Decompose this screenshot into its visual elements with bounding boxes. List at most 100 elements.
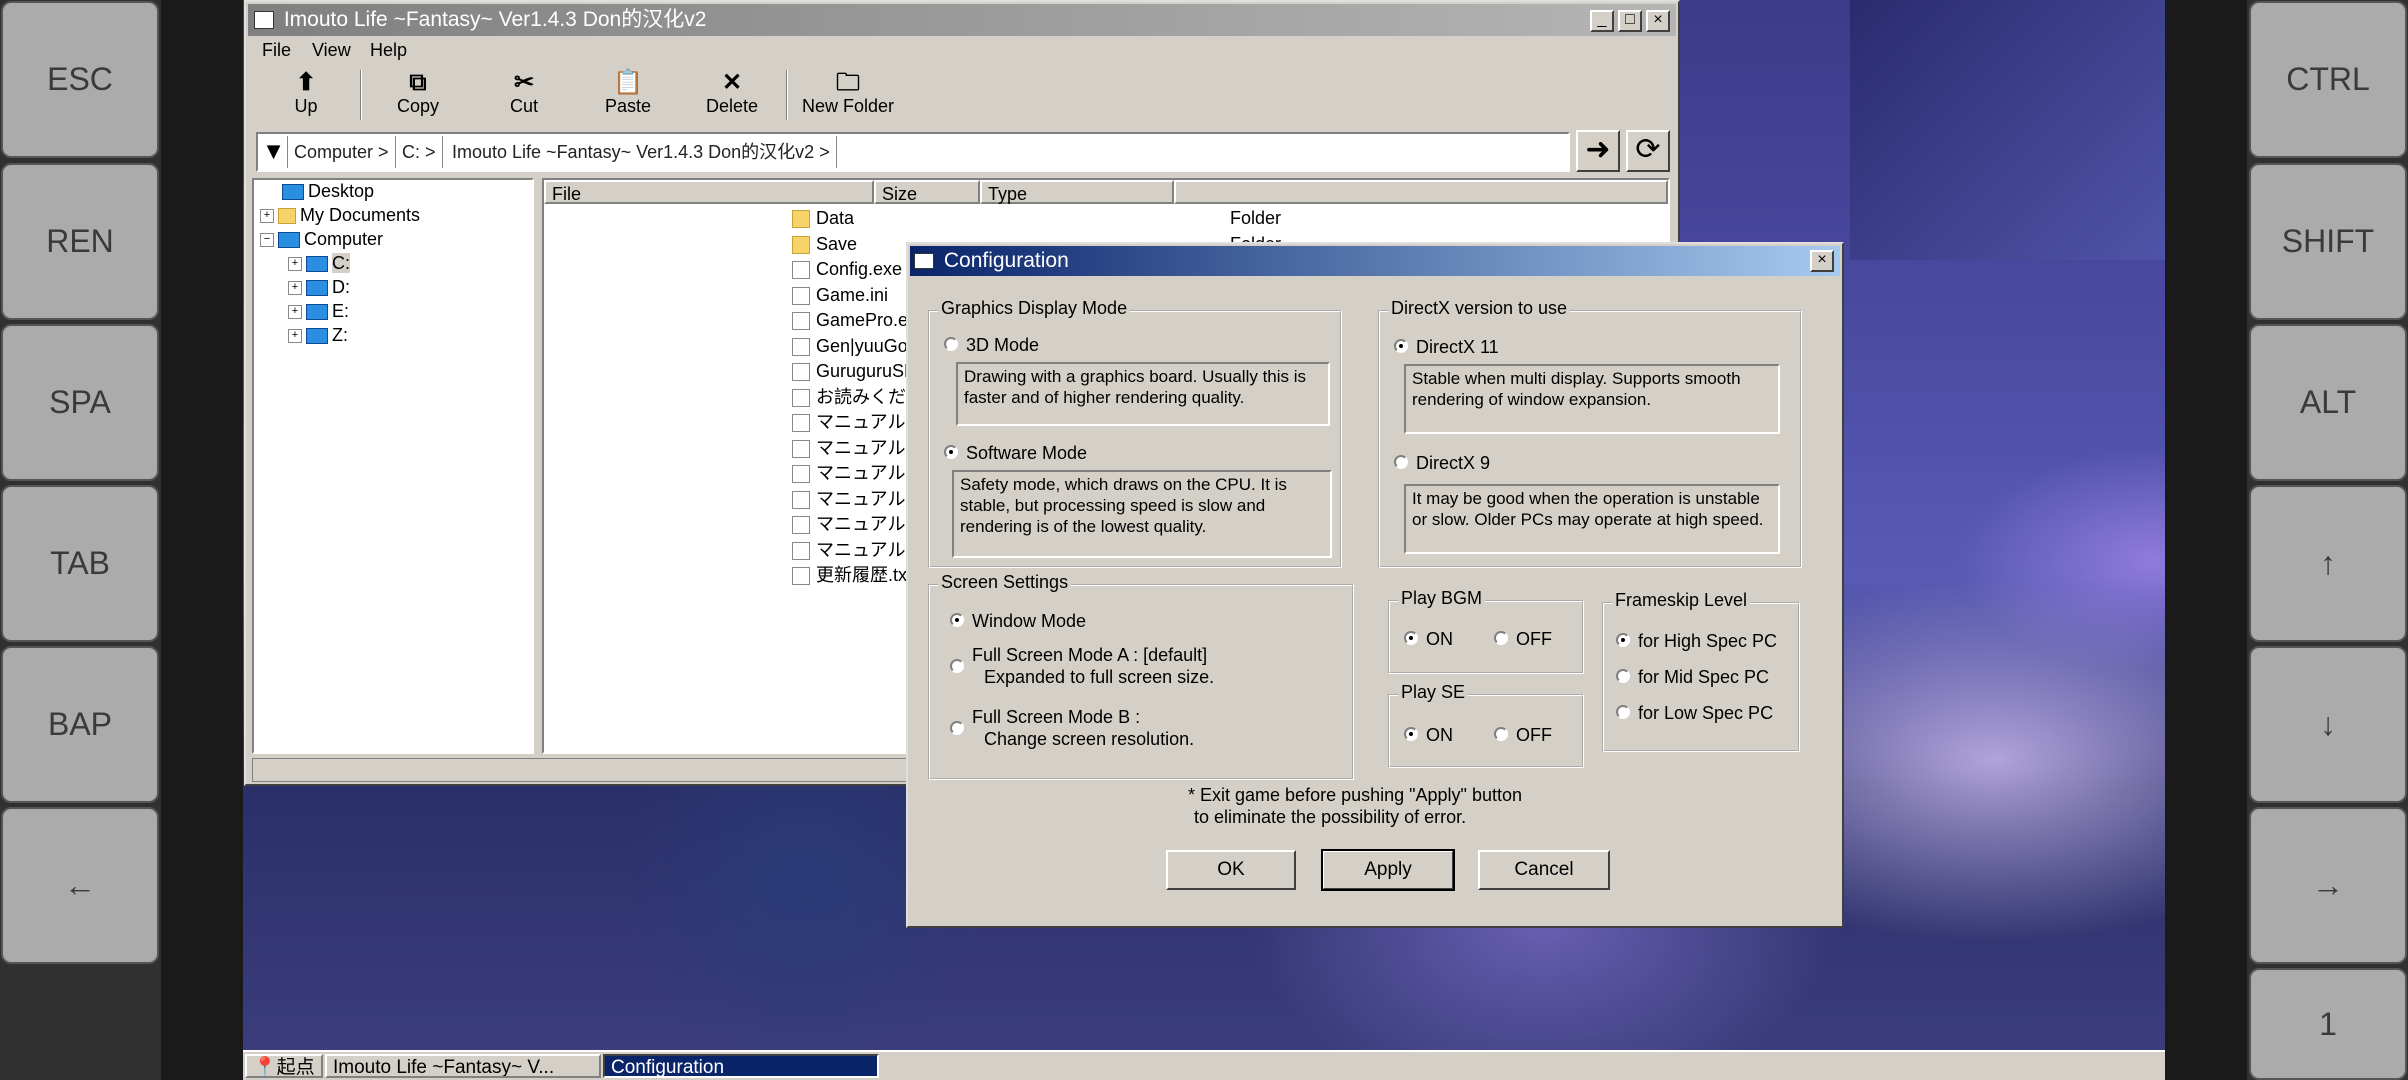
tree-item-e[interactable]: + E:: [288, 300, 349, 322]
cancel-button[interactable]: Cancel: [1478, 850, 1610, 890]
configuration-dialog: Configuration × Graphics Display Mode 3D…: [906, 242, 1844, 928]
tree-item-my-documents[interactable]: + My Documents: [260, 204, 420, 226]
alt-key[interactable]: ALT: [2249, 324, 2407, 481]
spa-key[interactable]: SPA: [1, 324, 159, 481]
expand-icon[interactable]: +: [288, 329, 302, 344]
up-arrow-icon: ⬆: [295, 69, 317, 96]
bap-key[interactable]: BAP: [1, 646, 159, 803]
radio-bgm-on[interactable]: ON: [1404, 628, 1453, 650]
radio-bgm-off[interactable]: OFF: [1494, 628, 1552, 650]
radio-label: 3D Mode: [966, 335, 1040, 355]
expand-icon[interactable]: +: [288, 305, 302, 320]
tree-item-z[interactable]: + Z:: [288, 324, 348, 346]
tree-label: Computer: [304, 229, 384, 249]
apply-button[interactable]: Apply: [1321, 849, 1455, 891]
scissors-icon: ✂: [513, 69, 535, 96]
radio-label: OFF: [1516, 629, 1552, 649]
radio-window-mode[interactable]: Window Mode: [950, 610, 1086, 632]
minimize-button[interactable]: _: [1590, 10, 1614, 32]
close-icon[interactable]: ×: [1810, 250, 1834, 272]
taskbar-item-explorer[interactable]: Imouto Life ~Fantasy~ V...: [325, 1054, 601, 1078]
radio-se-off[interactable]: OFF: [1494, 724, 1552, 746]
paste-icon: 📋: [613, 69, 643, 96]
menu-help[interactable]: Help: [370, 40, 407, 61]
up-button[interactable]: ⬆ Up: [254, 70, 358, 122]
radio-frameskip-high[interactable]: for High Spec PC: [1616, 630, 1777, 652]
window-icon: [914, 253, 934, 270]
right-arrow-key[interactable]: →: [2249, 807, 2407, 964]
toolbar-separator: [786, 70, 788, 120]
radio-directx-9[interactable]: DirectX 9: [1394, 452, 1490, 474]
file-row[interactable]: Data Folder: [792, 206, 1492, 230]
frameskip-group: Frameskip Level for High Spec PC for Mid…: [1602, 590, 1800, 752]
radio-indicator: [1404, 727, 1418, 742]
chevron-down-icon[interactable]: ▼: [260, 136, 288, 168]
menu-file[interactable]: File: [262, 40, 291, 61]
ren-key[interactable]: REN: [1, 163, 159, 320]
radio-software-mode[interactable]: Software Mode: [944, 442, 1087, 464]
copy-label: Copy: [396, 96, 440, 116]
radio-full-screen-b[interactable]: Full Screen Mode B : Change screen resolu…: [950, 707, 1194, 750]
shift-key[interactable]: SHIFT: [2249, 163, 2407, 320]
apply-note-line1: * Exit game before pushing "Apply" butto…: [1188, 785, 1522, 805]
go-arrow-icon[interactable]: ➜: [1576, 130, 1620, 172]
breadcrumb-folder[interactable]: Imouto Life ~Fantasy~ Ver1.4.3 Don的汉化v2 …: [446, 136, 837, 168]
up-arrow-key[interactable]: ↑: [2249, 485, 2407, 642]
folder-tree-pane[interactable]: Desktop + My Documents − Computer + C: + D: …: [252, 178, 534, 754]
left-arrow-key[interactable]: ←: [1, 807, 159, 964]
ctrl-key[interactable]: CTRL: [2249, 1, 2407, 158]
radio-frameskip-mid[interactable]: for Mid Spec PC: [1616, 666, 1769, 688]
breadcrumb-c[interactable]: C: >: [396, 136, 443, 168]
folder-icon: [792, 235, 810, 254]
app-icon: [254, 11, 274, 30]
one-key[interactable]: 1: [2249, 968, 2407, 1080]
copy-button[interactable]: ⧉ Copy: [366, 70, 470, 122]
dialog-titlebar[interactable]: Configuration ×: [910, 246, 1840, 276]
collapse-icon[interactable]: −: [260, 233, 274, 248]
radio-se-on[interactable]: ON: [1404, 724, 1453, 746]
delete-x-icon: ✕: [721, 69, 743, 96]
new-folder-button[interactable]: 🗀 New Folder: [792, 70, 904, 122]
start-button[interactable]: 📍起点: [245, 1054, 323, 1078]
apply-note-line2: to eliminate the possibility of error.: [1194, 807, 1467, 827]
maximize-button[interactable]: □: [1618, 10, 1642, 32]
tree-item-computer[interactable]: − Computer: [260, 228, 383, 250]
cut-label: Cut: [509, 96, 538, 116]
ok-button[interactable]: OK: [1166, 850, 1296, 890]
refresh-icon[interactable]: ⟳: [1626, 130, 1670, 172]
taskbar-item-configuration[interactable]: Configuration: [603, 1054, 879, 1078]
radio-label: Window Mode: [972, 611, 1087, 631]
expand-icon[interactable]: +: [260, 209, 274, 224]
esc-key[interactable]: ESC: [1, 1, 159, 158]
explorer-titlebar[interactable]: Imouto Life ~Fantasy~ Ver1.4.3 Don的汉化v2 …: [248, 4, 1676, 36]
toolbar-separator: [360, 70, 362, 120]
column-size[interactable]: Size: [874, 180, 980, 204]
close-button[interactable]: ×: [1646, 10, 1670, 32]
down-arrow-key[interactable]: ↓: [2249, 646, 2407, 803]
file-icon: [792, 312, 810, 331]
column-file[interactable]: File: [544, 180, 874, 204]
radio-indicator: [944, 445, 958, 460]
file-name: Save: [816, 233, 858, 254]
tree-item-desktop[interactable]: Desktop: [282, 180, 374, 202]
radio-label: Full Screen Mode A : [default]: [972, 645, 1208, 665]
radio-full-screen-a[interactable]: Full Screen Mode A : [default] Expanded t…: [950, 645, 1214, 688]
radio-indicator: [950, 721, 964, 736]
cut-button[interactable]: ✂ Cut: [472, 70, 576, 122]
radio-label: DirectX 9: [1416, 453, 1491, 473]
menu-view[interactable]: View: [312, 40, 351, 61]
tab-key[interactable]: TAB: [1, 485, 159, 642]
paste-button[interactable]: 📋 Paste: [576, 70, 680, 122]
delete-button[interactable]: ✕ Delete: [680, 70, 784, 122]
graphics-mode-group: Graphics Display Mode 3D Mode Drawing wi…: [928, 298, 1342, 568]
breadcrumb-computer[interactable]: Computer >: [288, 136, 396, 168]
expand-icon[interactable]: +: [288, 281, 302, 296]
tree-item-d[interactable]: + D:: [288, 276, 350, 298]
radio-3d-mode[interactable]: 3D Mode: [944, 334, 1039, 356]
radio-frameskip-low[interactable]: for Low Spec PC: [1616, 702, 1773, 724]
radio-directx-11[interactable]: DirectX 11: [1394, 336, 1499, 358]
file-icon: [792, 567, 810, 586]
expand-icon[interactable]: +: [288, 257, 302, 272]
tree-item-c[interactable]: + C:: [288, 252, 350, 274]
column-type[interactable]: Type: [980, 180, 1174, 204]
